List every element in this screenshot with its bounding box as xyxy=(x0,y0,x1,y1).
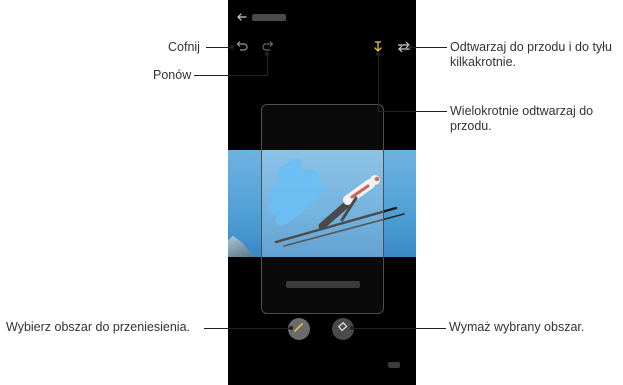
leader-dot-loop xyxy=(408,45,412,49)
top-bar xyxy=(228,8,416,30)
callout-undo: Cofnij xyxy=(168,40,200,54)
leader-dot-undo xyxy=(230,45,234,49)
leader-undo xyxy=(206,47,232,48)
screen-title-blurred xyxy=(252,14,286,21)
leader-dot-repeat xyxy=(376,52,380,56)
callout-loop: Odtwarzaj do przodu i do tyłu kilkakrotn… xyxy=(450,40,612,69)
callout-repeat: Wielokrotnie odtwarzaj do przodu. xyxy=(450,104,594,133)
eraser-icon xyxy=(337,320,349,338)
leader-repeat-h xyxy=(378,111,447,112)
brush-icon xyxy=(293,320,305,338)
leader-repeat-v xyxy=(378,54,379,111)
leader-dot-select-area xyxy=(289,326,293,330)
callout-select-area: Wybierz obszar do przeniesienia. xyxy=(6,320,191,334)
back-arrow-icon[interactable] xyxy=(236,10,248,28)
leader-loop xyxy=(410,47,447,48)
leader-dot-erase-area xyxy=(350,326,354,330)
leader-erase-area xyxy=(352,328,446,329)
undo-icon[interactable] xyxy=(234,40,250,54)
leader-redo-h xyxy=(194,75,268,76)
frame-caption-blurred xyxy=(286,281,360,288)
callout-erase-area: Wymaż wybrany obszar. xyxy=(449,320,585,334)
leader-dot-redo xyxy=(265,52,269,56)
callout-redo: Ponów xyxy=(153,68,192,82)
leader-select-area xyxy=(204,328,291,329)
done-button-blurred[interactable] xyxy=(388,362,400,368)
leader-redo-v xyxy=(267,54,268,76)
